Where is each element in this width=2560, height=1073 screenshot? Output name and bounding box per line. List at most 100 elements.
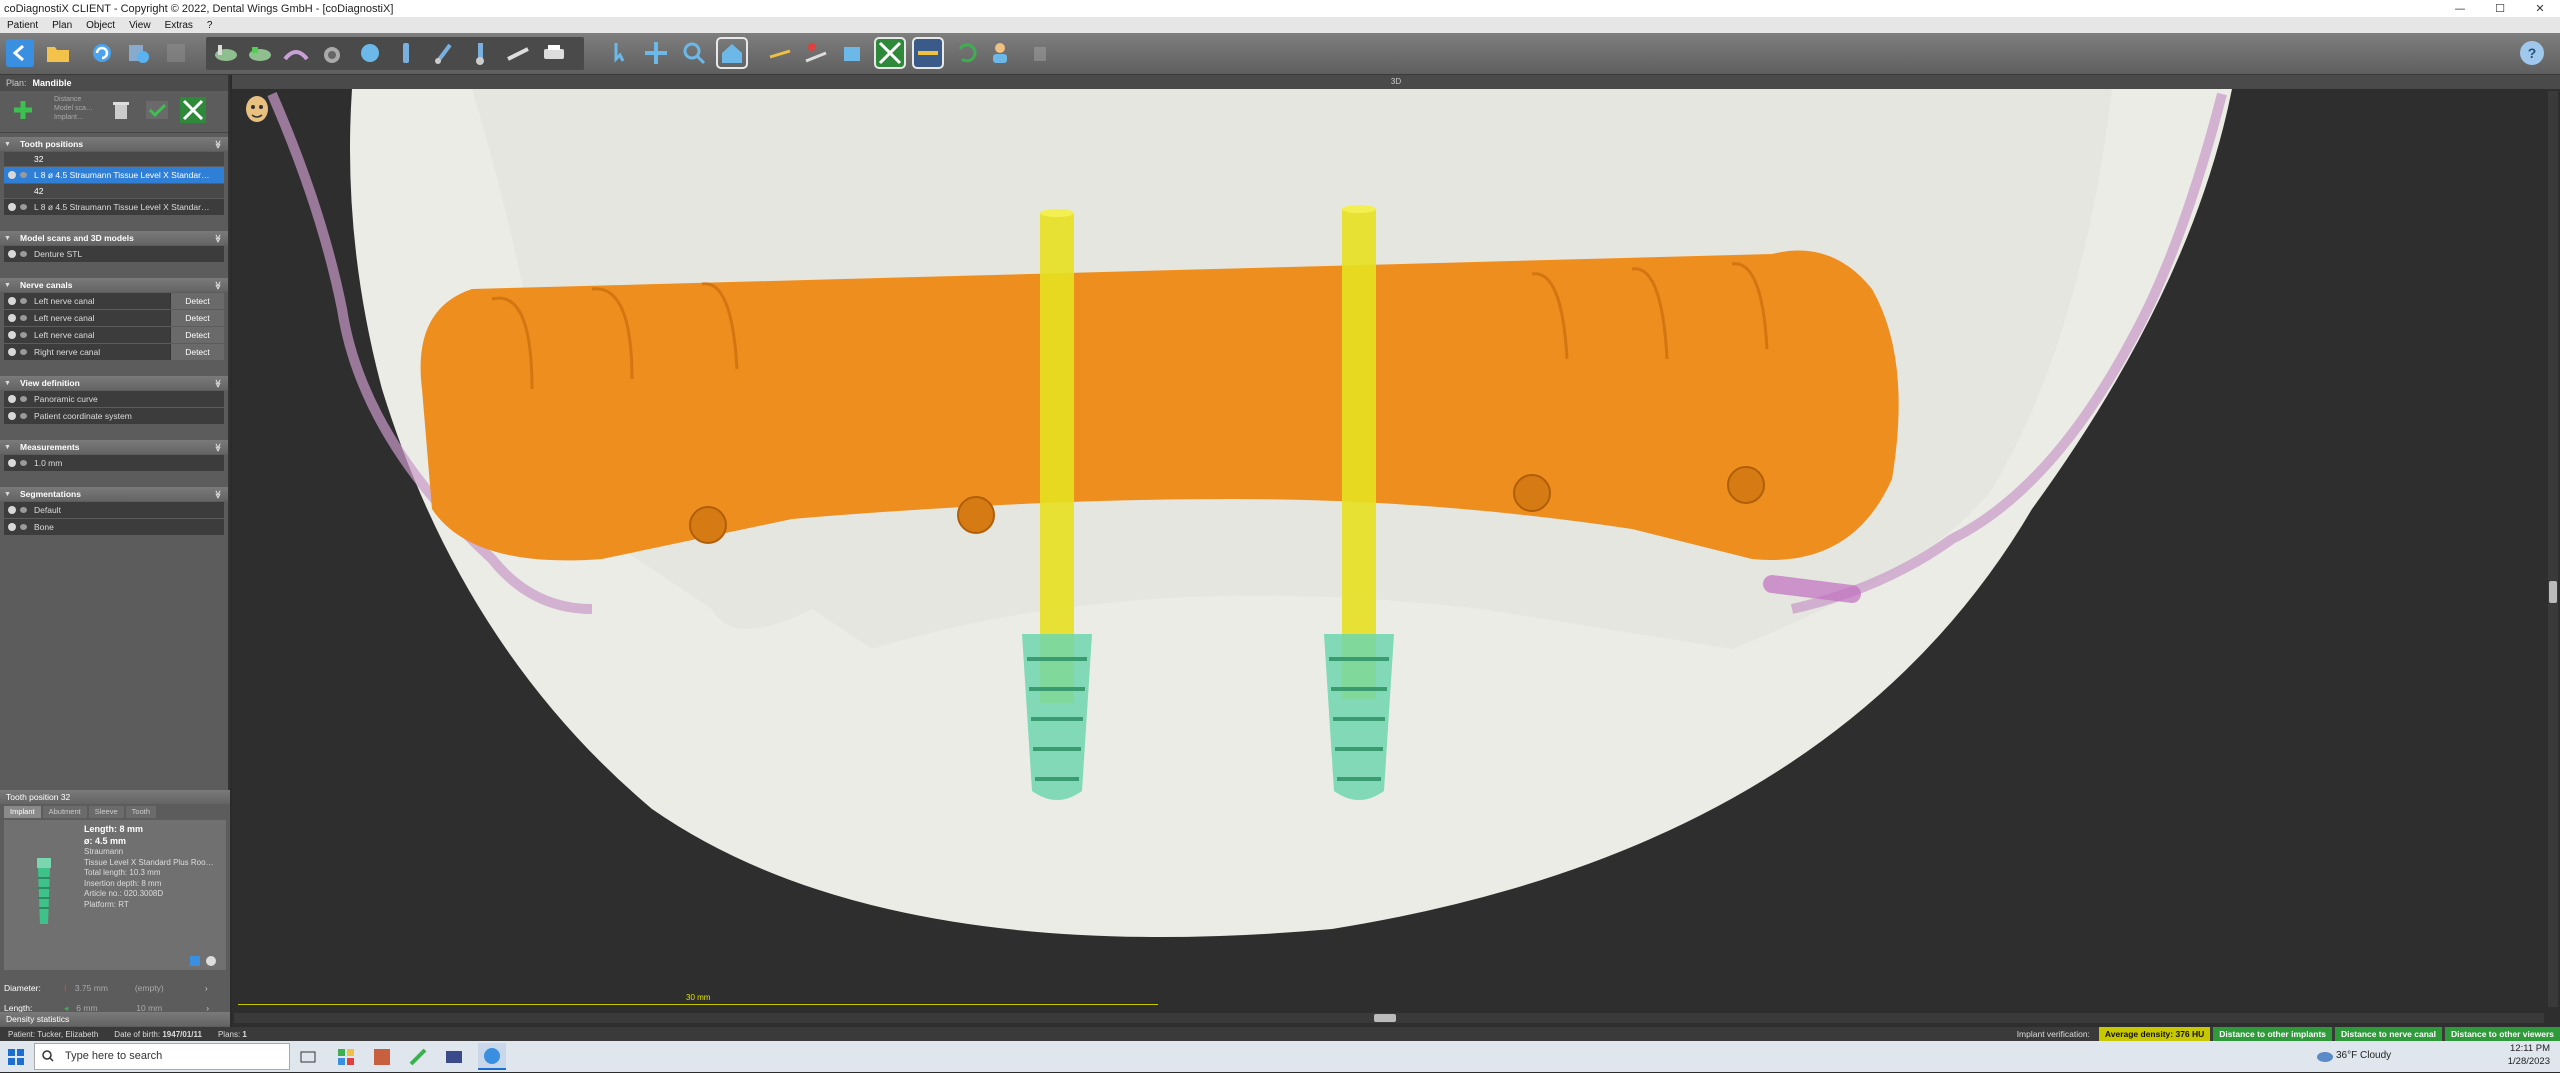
measurement-row[interactable]: 1.0 mm xyxy=(4,455,224,471)
distance-implants-badge[interactable]: Distance to other implants xyxy=(2213,1027,2333,1041)
expand-icon[interactable]: › xyxy=(205,983,208,993)
taskbar-app-icon[interactable] xyxy=(336,1047,356,1067)
visibility-dot-icon[interactable] xyxy=(8,297,16,305)
section-nerve-canals[interactable]: Nerve canals xyxy=(0,278,228,292)
user-settings-icon[interactable] xyxy=(988,39,1016,67)
windows-start-icon[interactable] xyxy=(8,1049,24,1065)
visibility-dot-icon[interactable] xyxy=(8,331,16,339)
menu-view[interactable]: View xyxy=(122,20,158,31)
system-clock[interactable]: 12:11 PM 1/28/2023 xyxy=(2508,1042,2550,1068)
measure-distance-icon[interactable] xyxy=(766,39,794,67)
nerve-row[interactable]: Right nerve canal Detect xyxy=(4,344,224,360)
model-row[interactable]: Denture STL xyxy=(4,246,224,262)
slice-icon[interactable] xyxy=(912,37,944,69)
section-measurements[interactable]: Measurements xyxy=(0,440,228,454)
average-density-badge[interactable]: Average density: 376 HU xyxy=(2098,1027,2211,1041)
anchor-pin-icon[interactable] xyxy=(392,39,420,67)
menu-help[interactable]: ? xyxy=(200,20,220,31)
density-icon[interactable] xyxy=(838,39,866,67)
view-row[interactable]: Panoramic curve xyxy=(4,391,224,407)
visibility-dot-icon[interactable] xyxy=(8,348,16,356)
taskbar-app-icon[interactable] xyxy=(444,1047,464,1067)
pan-tool-icon[interactable] xyxy=(642,39,670,67)
print-icon[interactable] xyxy=(540,39,568,67)
3d-viewport[interactable]: 3D 30 mm xyxy=(232,75,2560,1027)
undo-icon[interactable] xyxy=(952,39,980,67)
tab-tooth[interactable]: Tooth xyxy=(125,806,157,818)
nerve-canal-icon[interactable] xyxy=(282,39,310,67)
menu-object[interactable]: Object xyxy=(79,20,122,31)
tooth-group-32[interactable]: 32 xyxy=(4,152,224,166)
detect-button[interactable]: Detect xyxy=(170,327,224,343)
move-tool-icon[interactable] xyxy=(606,39,634,67)
detect-button[interactable]: Detect xyxy=(170,344,224,360)
vertical-scroll-thumb[interactable] xyxy=(2549,581,2557,603)
visibility-dot-icon[interactable] xyxy=(8,412,16,420)
weather-icon[interactable] xyxy=(2316,1048,2334,1062)
maximize-button[interactable]: ☐ xyxy=(2480,0,2520,17)
bar-icon[interactable] xyxy=(504,39,532,67)
tab-implant[interactable]: Implant xyxy=(4,806,41,818)
detect-button[interactable]: Detect xyxy=(170,293,224,309)
section-tooth-positions[interactable]: Tooth positions xyxy=(0,137,228,151)
visibility-dot-icon[interactable] xyxy=(8,314,16,322)
distance-nerve-badge[interactable]: Distance to nerve canal xyxy=(2335,1027,2443,1041)
distance-viewers-badge[interactable]: Distance to other viewers xyxy=(2445,1027,2560,1041)
implant-row-42[interactable]: L 8 ø 4.5 Straumann Tissue Level X Stand… xyxy=(4,199,224,215)
model-add-icon[interactable] xyxy=(246,39,274,67)
horizontal-scroll-thumb[interactable] xyxy=(1374,1014,1396,1022)
eye-icon[interactable] xyxy=(20,172,27,178)
trash-icon[interactable] xyxy=(108,97,134,123)
home-view-icon[interactable] xyxy=(716,37,748,69)
pin-vertical-icon[interactable] xyxy=(466,39,494,67)
segmentation-row[interactable]: Default xyxy=(4,502,224,518)
task-view-icon[interactable] xyxy=(300,1049,316,1065)
tooth-group-42[interactable]: 42 xyxy=(4,184,224,198)
orientation-head-icon[interactable] xyxy=(242,95,272,127)
pin-diagonal-icon[interactable] xyxy=(430,39,458,67)
eye-icon[interactable] xyxy=(20,204,27,210)
tab-sleeve[interactable]: Sleeve xyxy=(88,806,124,818)
open-folder-icon[interactable] xyxy=(44,39,72,67)
horizontal-scrollbar[interactable] xyxy=(234,1013,2544,1023)
detect-button[interactable]: Detect xyxy=(170,310,224,326)
section-model-scans[interactable]: Model scans and 3D models xyxy=(0,231,228,245)
nerve-row[interactable]: Left nerve canal Detect xyxy=(4,310,224,326)
help-chat-icon[interactable]: ? xyxy=(2520,41,2544,65)
visibility-dot-icon[interactable] xyxy=(8,395,16,403)
check-icon[interactable] xyxy=(144,97,170,123)
menu-patient[interactable]: Patient xyxy=(0,20,45,31)
section-view-definition[interactable]: View definition xyxy=(0,376,228,390)
menu-plan[interactable]: Plan xyxy=(45,20,79,31)
minimize-button[interactable]: — xyxy=(2440,0,2480,17)
diameter-option[interactable]: 3.75 mm xyxy=(75,983,135,993)
implant-add-icon[interactable] xyxy=(212,39,240,67)
measure-angle-icon[interactable] xyxy=(802,39,830,67)
vertical-scrollbar[interactable] xyxy=(2548,91,2558,1007)
scan-icon[interactable] xyxy=(356,39,384,67)
add-object-icon[interactable] xyxy=(12,99,34,121)
export-icon[interactable] xyxy=(124,39,152,67)
plan-name[interactable]: Mandible xyxy=(33,78,72,88)
visibility-dot-icon[interactable] xyxy=(8,203,16,211)
zoom-tool-icon[interactable] xyxy=(680,39,708,67)
visibility-dot-icon[interactable] xyxy=(8,171,16,179)
visibility-dot-icon[interactable] xyxy=(8,506,16,514)
weather-text[interactable]: 36°F Cloudy xyxy=(2336,1050,2391,1061)
density-statistics-header[interactable]: Density statistics xyxy=(0,1012,230,1026)
section-toggle-icon[interactable] xyxy=(180,97,206,123)
taskbar-search-input[interactable]: Type here to search xyxy=(34,1043,290,1070)
refresh-icon[interactable] xyxy=(88,39,116,67)
eye-icon[interactable] xyxy=(20,251,27,257)
back-icon[interactable] xyxy=(6,39,34,67)
nerve-row[interactable]: Left nerve canal Detect xyxy=(4,293,224,309)
taskbar-codiagnostix-icon[interactable] xyxy=(478,1043,506,1070)
menu-extras[interactable]: Extras xyxy=(158,20,200,31)
taskbar-app-icon[interactable] xyxy=(372,1047,392,1067)
visibility-dot-icon[interactable] xyxy=(8,523,16,531)
visibility-dot-icon[interactable] xyxy=(8,250,16,258)
visibility-dot-icon[interactable] xyxy=(8,459,16,467)
jaw-3d-model[interactable] xyxy=(232,89,2542,999)
cross-section-icon[interactable] xyxy=(874,37,906,69)
sleeve-icon[interactable] xyxy=(318,39,346,67)
